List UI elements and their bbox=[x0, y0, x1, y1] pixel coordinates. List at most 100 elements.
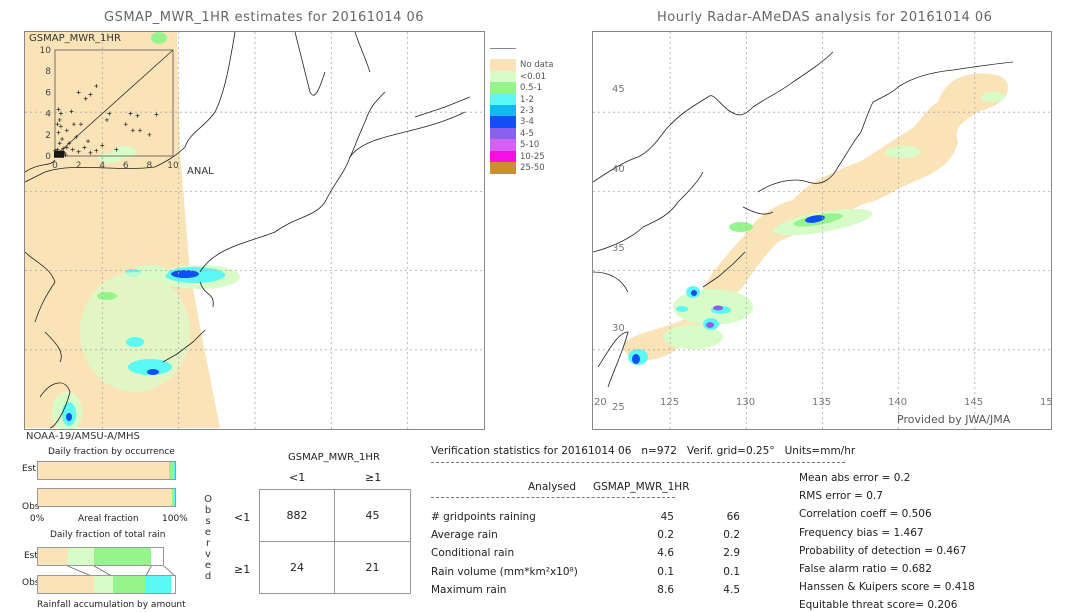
stat-analysed: 45 bbox=[660, 511, 674, 523]
bar-segment bbox=[113, 576, 145, 593]
legend-item: 10-25 bbox=[490, 150, 560, 163]
lat-label: 25 bbox=[612, 402, 625, 413]
legend-swatch bbox=[490, 162, 516, 174]
inset-xlabel: ANAL bbox=[187, 166, 214, 177]
inset-ytick: 6 bbox=[45, 88, 51, 98]
side-label-char: v bbox=[205, 549, 211, 560]
score-line: Equitable threat score= 0.206 bbox=[799, 599, 958, 612]
score-line: Frequency bias = 1.467 bbox=[799, 526, 924, 539]
total-rain-est-label: Est bbox=[24, 551, 38, 561]
lon-label: 15 bbox=[1040, 397, 1053, 408]
total-rain-footer: Rainfall accumulation by amount bbox=[37, 600, 186, 610]
inset-ytick: 2 bbox=[45, 131, 51, 141]
legend-item: No data bbox=[490, 59, 560, 72]
legend-item: 4-5 bbox=[490, 127, 560, 140]
lat-label: 30 bbox=[612, 322, 625, 334]
stat-label: Maximum rain bbox=[431, 583, 507, 596]
right-map-title: Hourly Radar-AMeDAS analysis for 2016101… bbox=[657, 10, 993, 25]
left-map-title: GSMAP_MWR_1HR estimates for 20161014 06 bbox=[104, 10, 425, 25]
inset-ytick: 8 bbox=[45, 67, 51, 77]
header-divider bbox=[431, 462, 845, 463]
col-analysed: Analysed bbox=[528, 481, 576, 493]
inset-title: GSMAP_MWR_1HR bbox=[29, 33, 121, 44]
legend-label: 1-2 bbox=[520, 94, 534, 105]
stat-label: Rain volume (mm*km²x10⁸) bbox=[431, 565, 578, 578]
contingency-model-label: GSMAP_MWR_1HR bbox=[288, 452, 380, 463]
inset-xtick: 10 bbox=[167, 161, 179, 171]
bar-segment bbox=[38, 462, 169, 479]
legend-swatch bbox=[490, 127, 516, 140]
legend-item: <0.01 bbox=[490, 70, 560, 83]
bar-segment bbox=[38, 489, 172, 506]
contingency-cell-11: 21 bbox=[334, 541, 411, 594]
score-line: RMS error = 0.7 bbox=[799, 490, 883, 503]
lon-label: 135 bbox=[812, 397, 832, 408]
inset-ytick: 10 bbox=[40, 46, 52, 56]
legend-swatch bbox=[490, 70, 516, 83]
contingency-col-ge1: ≥1 bbox=[365, 471, 382, 484]
inset-xtick: 2 bbox=[76, 161, 82, 171]
legend-label: 10-25 bbox=[520, 151, 545, 162]
contingency-cell-01: 45 bbox=[334, 489, 411, 542]
lat-label: 35 bbox=[612, 243, 625, 254]
occurrence-obs-bar bbox=[37, 488, 176, 507]
occurrence-title: Daily fraction by occurrence bbox=[48, 447, 175, 457]
right-map-canvas bbox=[593, 32, 1051, 429]
bar-segment bbox=[94, 576, 114, 593]
color-legend: No data <0.01 0.5-1 1-2 2-3 3-4 4-5 5-10 10-25 25… bbox=[490, 48, 560, 178]
total-rain-title: Daily fraction of total rain bbox=[50, 530, 166, 540]
column-divider bbox=[431, 497, 675, 498]
bar-segment bbox=[173, 462, 175, 479]
score-line: Mean abs error = 0.2 bbox=[799, 472, 911, 484]
bar-segment bbox=[94, 548, 151, 565]
left-map-canvas: 00 2 2 4 4 6 6 8 8 10 10 bbox=[25, 32, 484, 429]
side-label-char: r bbox=[205, 538, 211, 549]
contingency-side-label: Observed bbox=[203, 494, 213, 582]
stat-analysed: 8.6 bbox=[657, 583, 674, 596]
legend-swatch bbox=[490, 93, 516, 106]
legend-item: 0.5-1 bbox=[490, 82, 560, 95]
lon-label: 140 bbox=[888, 397, 908, 408]
stat-label: Conditional rain bbox=[431, 547, 515, 560]
legend-swatch bbox=[490, 82, 516, 95]
legend-label: 4-5 bbox=[520, 128, 534, 139]
score-line: Probability of detection = 0.467 bbox=[799, 544, 967, 557]
legend-label: 5-10 bbox=[520, 140, 540, 151]
legend-item: 1-2 bbox=[490, 93, 560, 106]
legend-label: <0.01 bbox=[520, 71, 547, 82]
occurrence-axis-left: 0% bbox=[30, 514, 45, 524]
contingency-row-lt1: <1 bbox=[234, 511, 251, 524]
legend-item: 2-3 bbox=[490, 105, 560, 117]
lon-label: 125 bbox=[660, 397, 680, 408]
legend-item: 25-50 bbox=[490, 162, 560, 174]
bar-segment bbox=[38, 548, 68, 565]
sensor-label: NOAA-19/AMSU-A/MHS bbox=[26, 431, 140, 442]
side-label-char: e bbox=[204, 527, 212, 538]
right-map bbox=[592, 31, 1052, 430]
inset-ytick: 4 bbox=[45, 110, 51, 120]
lon-label: 130 bbox=[736, 397, 756, 408]
contingency-col-lt1: <1 bbox=[289, 471, 306, 484]
legend-item: 5-10 bbox=[490, 139, 560, 152]
stat-model: 0.1 bbox=[723, 565, 740, 578]
occurrence-axis-mid: Areal fraction bbox=[78, 514, 139, 524]
bar-segment bbox=[144, 576, 171, 593]
stat-analysed: 0.1 bbox=[657, 565, 674, 578]
legend-item: 3-4 bbox=[490, 116, 560, 129]
side-label-char: e bbox=[204, 560, 212, 571]
lat-label: 40 bbox=[612, 163, 625, 175]
total-rain-est-bar bbox=[37, 547, 164, 566]
side-label-char: O bbox=[204, 494, 212, 505]
total-rain-obs-bar bbox=[37, 575, 176, 594]
bar-segment bbox=[68, 548, 95, 565]
legend-swatch bbox=[490, 150, 516, 163]
occurrence-est-bar bbox=[37, 461, 176, 480]
occurrence-est-label: Est bbox=[22, 464, 36, 474]
stat-model: 2.9 bbox=[723, 547, 740, 560]
legend-swatch bbox=[490, 105, 516, 117]
legend-label: 25-50 bbox=[520, 163, 545, 173]
contingency-cell-00: 882 bbox=[259, 489, 335, 542]
contingency-row-ge1: ≥1 bbox=[234, 563, 251, 576]
legend-label: 0.5-1 bbox=[520, 83, 542, 94]
legend-item bbox=[490, 48, 560, 61]
